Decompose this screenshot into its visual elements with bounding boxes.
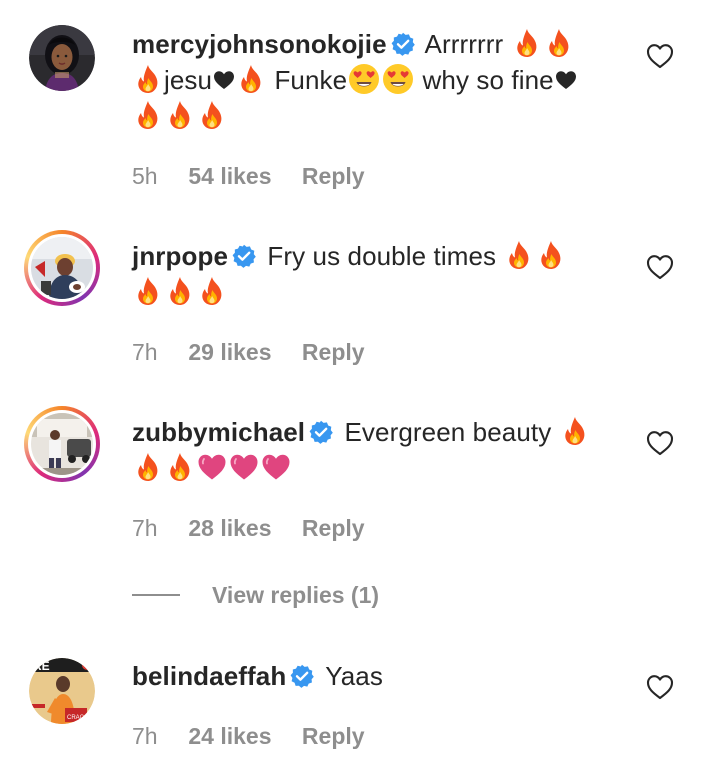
comment-time: 7h [132,339,158,365]
pink-heart-emoji [229,453,259,481]
fire-emoji [166,452,194,482]
comment-body: Funke [274,65,348,95]
comment-text: jnrpope Fry us double times [132,238,622,310]
fire-emoji [198,100,226,130]
red-heart-emoji [213,70,235,90]
likes-count[interactable]: 54 likes [188,162,271,190]
like-heart-icon[interactable] [646,430,674,456]
like-heart-icon[interactable] [646,254,674,280]
avatar-logo-text: RE [33,659,50,673]
verified-badge-icon [309,420,333,444]
view-replies-label: View replies (1) [212,582,380,608]
likes-count[interactable]: 24 likes [188,722,271,750]
like-heart-icon[interactable] [646,43,674,69]
heart-eyes-emoji [348,63,380,95]
likes-count[interactable]: 29 likes [188,338,271,366]
fire-emoji [166,100,194,130]
comment-body: Fry us double times [267,241,497,271]
pink-heart-emoji [261,453,291,481]
fire-emoji [513,28,541,58]
comment-body: Yaas [325,661,383,691]
fire-emoji [537,240,565,270]
fire-emoji [166,276,194,306]
fire-emoji [561,416,589,446]
reply-button[interactable]: Reply [302,723,365,749]
comment-body: Evergreen beauty [344,417,552,447]
fire-emoji [505,240,533,270]
comment-text: mercyjohnsonokojie Arrrrrrr jesu Funke w… [132,26,622,134]
avatar[interactable] [29,25,95,91]
pink-heart-emoji [197,453,227,481]
comment-meta: 7h 29 likes Reply [132,338,365,366]
avatar-photo [29,25,95,91]
username[interactable]: mercyjohnsonokojie [132,29,387,59]
fire-emoji [134,100,162,130]
fire-emoji [545,28,573,58]
likes-count[interactable]: 28 likes [188,514,271,542]
view-replies-divider [132,594,180,596]
username[interactable]: jnrpope [132,241,228,271]
avatar[interactable] [24,230,100,306]
verified-badge-icon [232,244,256,268]
verified-badge-icon [290,664,314,688]
fire-emoji [134,276,162,306]
fire-emoji [134,64,162,94]
comment-body: why so fine [422,65,554,95]
comment-text: zubbymichael Evergreen beauty [132,414,622,486]
reply-button[interactable]: Reply [302,515,365,541]
avatar-badge-text: CRAC [67,715,85,721]
avatar-photo [31,237,93,299]
comment-meta: 7h 24 likes Reply [132,722,365,750]
comment-text: belindaeffah Yaas [132,658,622,694]
fire-emoji [134,452,162,482]
like-heart-icon[interactable] [646,674,674,700]
verified-badge-icon [391,32,415,56]
avatar-photo [31,413,93,475]
reply-button[interactable]: Reply [302,339,365,365]
heart-eyes-emoji [382,63,414,95]
username[interactable]: belindaeffah [132,661,286,691]
avatar-photo: RE CRAC [29,658,95,724]
avatar[interactable] [24,406,100,482]
fire-emoji [198,276,226,306]
comment-body: Arrrrrrr [424,29,504,59]
comment-meta: 5h 54 likes Reply [132,162,365,190]
comment-time: 7h [132,515,158,541]
fire-emoji [237,64,265,94]
reply-button[interactable]: Reply [302,163,365,189]
comment-time: 7h [132,723,158,749]
view-replies-button[interactable]: View replies (1) [132,580,432,610]
comment-body: jesu [164,65,213,95]
red-heart-emoji [555,70,577,90]
username[interactable]: zubbymichael [132,417,305,447]
avatar[interactable]: RE CRAC [29,658,95,724]
comment-time: 5h [132,163,158,189]
comment-meta: 7h 28 likes Reply [132,514,365,542]
